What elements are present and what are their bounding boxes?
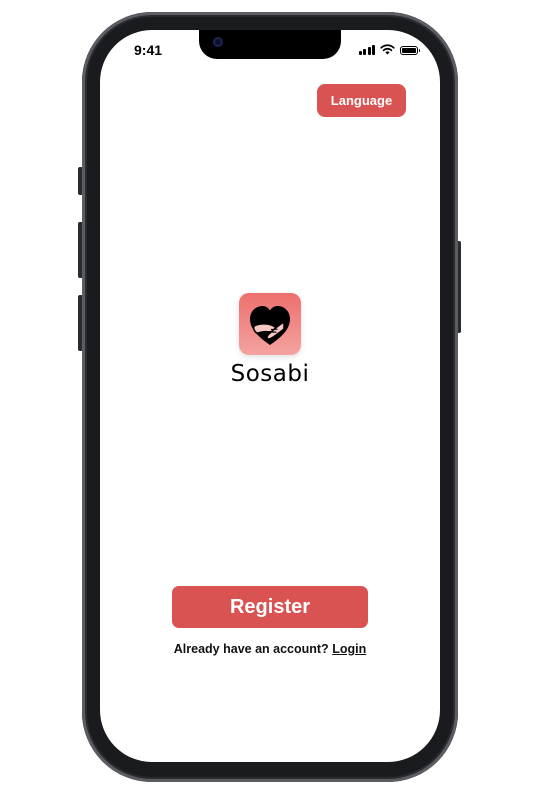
login-prompt: Already have an account? Login <box>100 642 440 656</box>
login-link[interactable]: Login <box>332 642 366 656</box>
cellular-signal-icon <box>358 45 375 55</box>
register-button[interactable]: Register <box>172 586 368 628</box>
hugging-heart-logo-icon <box>250 306 290 345</box>
battery-icon <box>400 46 420 55</box>
app-name: Sosabi <box>230 361 310 387</box>
status-time: 9:41 <box>134 42 163 58</box>
notch <box>199 30 341 59</box>
phone-screen: 9:41 Language Sosabi Register Already ha… <box>100 30 440 762</box>
status-icons <box>358 44 420 55</box>
login-prompt-text: Already have an account? <box>173 642 329 656</box>
app-logo <box>239 293 301 355</box>
phone-mockup: 9:41 Language Sosabi Register Already ha… <box>0 0 540 810</box>
wifi-icon <box>380 44 395 55</box>
front-camera-icon <box>213 37 223 47</box>
language-button[interactable]: Language <box>317 84 406 117</box>
